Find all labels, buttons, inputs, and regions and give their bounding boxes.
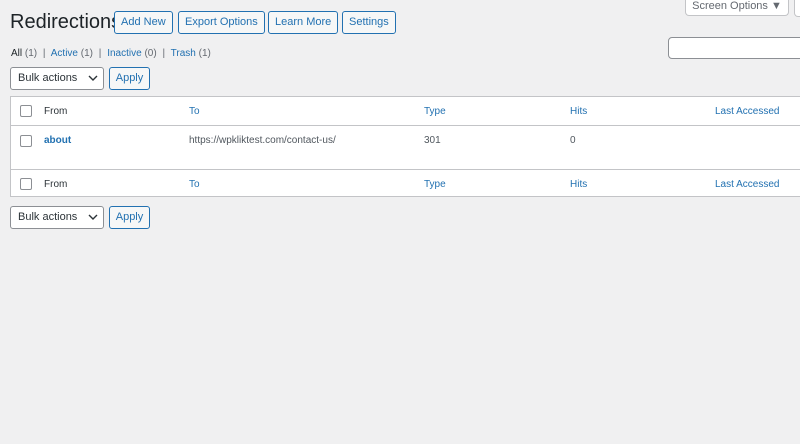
search-input[interactable] bbox=[668, 37, 800, 59]
filter-separator: | bbox=[162, 48, 166, 59]
row-hits: 0 bbox=[570, 135, 576, 146]
select-all-checkbox-footer[interactable] bbox=[20, 178, 32, 190]
bulk-actions-select-bottom[interactable]: Bulk actions bbox=[10, 206, 104, 229]
bulk-actions-value: Bulk actions bbox=[18, 211, 78, 223]
bulk-actions-value: Bulk actions bbox=[18, 72, 78, 84]
redirections-table: From To Type Hits Last Accessed about ht… bbox=[10, 96, 800, 197]
row-checkbox[interactable] bbox=[20, 135, 32, 147]
filter-trash[interactable]: Trash bbox=[171, 48, 196, 59]
column-header-hits[interactable]: Hits bbox=[570, 106, 587, 118]
apply-button-top[interactable]: Apply bbox=[109, 67, 150, 90]
select-all-checkbox[interactable] bbox=[20, 105, 32, 117]
row-to-url: https://wpkliktest.com/contact-us/ bbox=[189, 135, 336, 146]
add-new-button[interactable]: Add New bbox=[114, 11, 173, 34]
settings-button[interactable]: Settings bbox=[342, 11, 396, 34]
filter-active[interactable]: Active bbox=[51, 48, 78, 59]
filter-active-count: (1) bbox=[80, 48, 94, 59]
filter-all-count: (1) bbox=[24, 48, 38, 59]
export-options-button[interactable]: Export Options bbox=[178, 11, 265, 34]
chevron-down-icon bbox=[88, 214, 98, 220]
column-header-last-accessed[interactable]: Last Accessed bbox=[715, 106, 779, 118]
column-footer-from: From bbox=[44, 179, 68, 190]
filter-trash-count: (1) bbox=[198, 48, 211, 59]
filter-inactive[interactable]: Inactive bbox=[107, 48, 141, 59]
column-footer-type[interactable]: Type bbox=[424, 179, 446, 191]
apply-button-bottom[interactable]: Apply bbox=[109, 206, 150, 229]
learn-more-button[interactable]: Learn More bbox=[268, 11, 339, 34]
column-footer-to[interactable]: To bbox=[189, 179, 200, 191]
column-header-type[interactable]: Type bbox=[424, 106, 446, 118]
column-header-from: From bbox=[44, 106, 68, 117]
filter-inactive-count: (0) bbox=[144, 48, 157, 59]
row-type: 301 bbox=[424, 135, 441, 146]
filter-all[interactable]: All bbox=[11, 48, 22, 59]
status-filter-links: All (1) | Active (1) | Inactive (0) | Tr… bbox=[11, 48, 211, 60]
screen-options-button[interactable]: Screen Options ▼ bbox=[685, 0, 789, 16]
bulk-actions-select-top[interactable]: Bulk actions bbox=[10, 67, 104, 90]
column-footer-last-accessed[interactable]: Last Accessed bbox=[715, 179, 779, 191]
help-tab-button[interactable] bbox=[794, 0, 800, 17]
chevron-down-icon bbox=[88, 75, 98, 81]
filter-separator: | bbox=[42, 48, 46, 59]
column-header-to[interactable]: To bbox=[189, 106, 200, 118]
filter-separator: | bbox=[98, 48, 102, 59]
divider bbox=[11, 169, 800, 170]
divider bbox=[11, 125, 800, 126]
page-title: Redirections bbox=[10, 11, 122, 33]
column-footer-hits[interactable]: Hits bbox=[570, 179, 587, 191]
row-from-link[interactable]: about bbox=[44, 135, 71, 147]
